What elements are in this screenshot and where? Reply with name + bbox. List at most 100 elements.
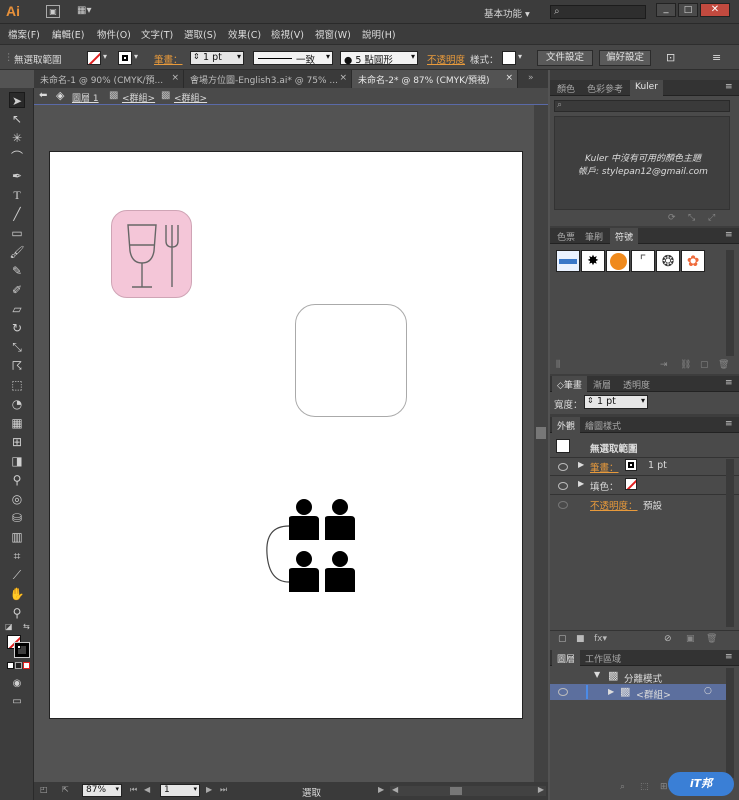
- panel-menu-icon[interactable]: ≡: [720, 228, 738, 244]
- direct-selection-tool-icon[interactable]: ↖: [9, 111, 25, 127]
- stroke-label[interactable]: 筆畫：: [154, 52, 183, 66]
- clear-appearance-icon[interactable]: ⊘: [664, 634, 672, 644]
- zoom-tool-icon[interactable]: ⚲: [9, 605, 25, 621]
- clip-mask-icon[interactable]: ⬚: [640, 782, 649, 792]
- trash-icon[interactable]: 🗑: [718, 360, 729, 370]
- scrollbar-thumb[interactable]: [450, 787, 462, 795]
- color-mode-icon[interactable]: [7, 662, 14, 669]
- menu-window[interactable]: 視窗(W): [315, 27, 351, 41]
- hand-tool-icon[interactable]: ✋: [9, 586, 25, 602]
- eyedropper-tool-icon[interactable]: ⚲: [9, 472, 25, 488]
- appearance-fill-swatch[interactable]: [625, 478, 637, 490]
- type-tool-icon[interactable]: T: [9, 187, 25, 203]
- new-sublayer-icon[interactable]: ⊞: [660, 782, 668, 792]
- stepper-icon[interactable]: ⇕: [193, 52, 200, 61]
- expand-triangle-icon[interactable]: ▶: [578, 479, 584, 488]
- minimize-button[interactable]: _: [656, 3, 676, 17]
- tab-graphic-styles[interactable]: 繪圖樣式: [580, 417, 626, 433]
- tab-kuler[interactable]: Kuler: [630, 80, 663, 96]
- place-symbol-icon[interactable]: ⇥: [660, 360, 668, 370]
- eye-icon[interactable]: [558, 482, 568, 490]
- rotate-tool-icon[interactable]: ↻: [9, 320, 25, 336]
- tab-document-2[interactable]: 會場方位圖-English3.ai* @ 75% ... ×: [184, 70, 352, 88]
- people-group-icon[interactable]: [265, 496, 360, 596]
- stroke-color-swatch[interactable]: [14, 642, 30, 658]
- next-artboard-icon[interactable]: ▶: [206, 785, 212, 794]
- symbol-flower-icon[interactable]: ✿: [681, 250, 705, 272]
- breadcrumb-layer[interactable]: 圖層 1: [72, 91, 99, 104]
- slice-tool-icon[interactable]: ⟋: [9, 567, 25, 583]
- chevron-down-icon[interactable]: ▾: [641, 396, 645, 405]
- selection-tool-icon[interactable]: ➤: [9, 92, 25, 108]
- panel-menu-icon[interactable]: ≡: [712, 51, 721, 64]
- refresh-icon[interactable]: ⟳: [668, 213, 676, 223]
- eye-icon[interactable]: [558, 501, 568, 509]
- view-icon[interactable]: ◰: [40, 785, 48, 794]
- prev-artboard-icon[interactable]: ◀: [144, 785, 150, 794]
- stepper-icon[interactable]: ⇕: [587, 396, 594, 405]
- mesh-tool-icon[interactable]: ⊞: [9, 434, 25, 450]
- trash-icon[interactable]: 🗑: [706, 634, 717, 644]
- lasso-tool-icon[interactable]: ⌒: [9, 149, 25, 165]
- restaurant-icon[interactable]: [111, 210, 192, 298]
- symbol-ink-splat-icon[interactable]: ✸: [581, 250, 605, 272]
- empty-rounded-square[interactable]: [295, 304, 407, 417]
- maximize-button[interactable]: □: [678, 3, 698, 17]
- menu-select[interactable]: 選取(S): [184, 27, 216, 41]
- tab-color[interactable]: 顏色: [552, 80, 580, 96]
- menu-object[interactable]: 物件(O): [97, 27, 131, 41]
- stroke-dropdown-icon[interactable]: ▾: [134, 52, 138, 61]
- perspective-grid-tool-icon[interactable]: ▦: [9, 415, 25, 431]
- last-artboard-icon[interactable]: ⏭: [220, 785, 227, 795]
- style-swatch[interactable]: [502, 51, 516, 65]
- default-colors-icon[interactable]: ◪: [5, 622, 13, 631]
- symbol-orange-button-icon[interactable]: [606, 250, 630, 272]
- target-circle-icon[interactable]: ○: [704, 686, 712, 696]
- free-transform-tool-icon[interactable]: ⬚: [9, 377, 25, 393]
- expand-triangle-icon[interactable]: ▶: [578, 460, 584, 469]
- tab-document-3[interactable]: 未命名-2* @ 87% (CMYK/預視) ×: [352, 70, 518, 88]
- expand-triangle-icon[interactable]: ▶: [608, 687, 614, 696]
- blend-tool-icon[interactable]: ◎: [9, 491, 25, 507]
- status-menu-icon[interactable]: ▶: [378, 785, 384, 794]
- pen-tool-icon[interactable]: ✒: [9, 168, 25, 184]
- scroll-left-icon[interactable]: ◀: [392, 785, 398, 794]
- opacity-label[interactable]: 不透明度: [427, 52, 465, 66]
- menu-file[interactable]: 檔案(F): [8, 27, 40, 41]
- brush-select[interactable]: ● 5 點圓形 ▾: [340, 51, 418, 66]
- pencil-tool-icon[interactable]: ✎: [9, 263, 25, 279]
- panel-menu-icon[interactable]: ≡: [720, 417, 738, 433]
- tab-swatches[interactable]: 色票: [552, 228, 580, 244]
- vertical-scrollbar[interactable]: [534, 105, 548, 782]
- tab-layers[interactable]: 圖層: [552, 650, 581, 666]
- tab-artboards[interactable]: 工作區域: [580, 650, 626, 666]
- menu-effect[interactable]: 效果(C): [228, 27, 261, 41]
- search-input[interactable]: ⌕: [550, 5, 646, 19]
- layer-row-selected[interactable]: ▶ ▩ <群組> ○: [550, 684, 728, 701]
- tab-gradient[interactable]: 漸層: [588, 376, 616, 392]
- add-stroke-icon[interactable]: ▢: [558, 634, 567, 644]
- expand-icon[interactable]: ⤡: [688, 213, 695, 223]
- magic-wand-tool-icon[interactable]: ✳: [9, 130, 25, 146]
- menu-help[interactable]: 說明(H): [362, 27, 396, 41]
- gradient-tool-icon[interactable]: ◨: [9, 453, 25, 469]
- align-icon[interactable]: ⊡: [666, 51, 675, 64]
- swap-colors-icon[interactable]: ⇆: [23, 622, 30, 631]
- close-icon[interactable]: ×: [505, 73, 513, 83]
- stroke-weight-field[interactable]: 1 pt ⇕ ▾: [190, 51, 244, 65]
- kuler-search[interactable]: ⌕: [554, 100, 730, 112]
- draw-mode-icon[interactable]: ◉: [9, 676, 25, 692]
- fill-swatch[interactable]: [87, 51, 101, 65]
- tabs-overflow-icon[interactable]: »: [528, 73, 534, 83]
- artboard-tool-icon[interactable]: ⌗: [9, 548, 25, 564]
- search-icon[interactable]: ⌕: [620, 782, 625, 792]
- none-mode-icon[interactable]: [23, 662, 30, 669]
- breadcrumb-group-1[interactable]: <群組>: [122, 91, 155, 104]
- chevron-down-icon[interactable]: ▾: [237, 52, 241, 61]
- gradient-mode-icon[interactable]: [15, 662, 22, 669]
- collapse-triangle-icon[interactable]: ▼: [594, 670, 600, 679]
- fill-dropdown-icon[interactable]: ▾: [103, 52, 107, 61]
- symbol-blue-bar-icon[interactable]: [556, 250, 580, 272]
- tab-stroke[interactable]: ◇筆畫: [552, 376, 587, 392]
- duplicate-item-icon[interactable]: ▣: [686, 634, 695, 644]
